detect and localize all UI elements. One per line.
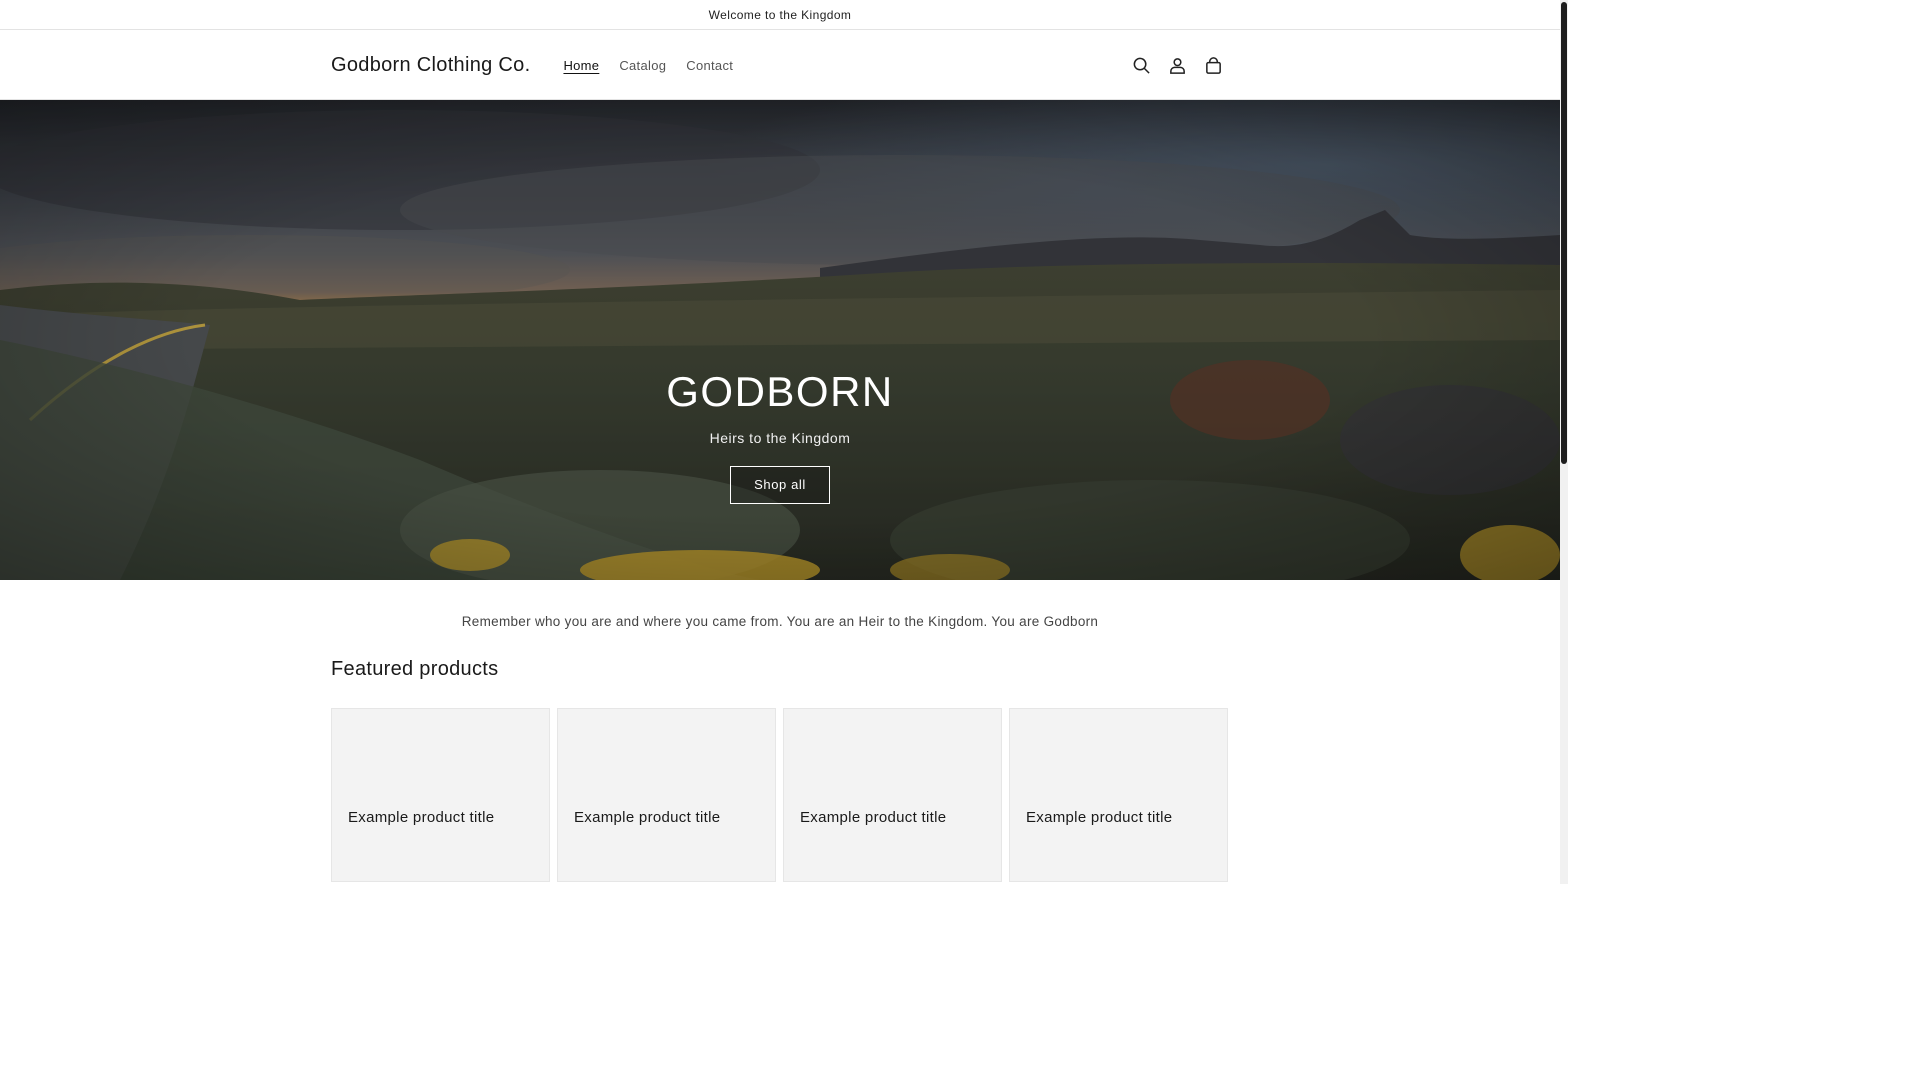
announcement-text: Welcome to the Kingdom [708,7,852,22]
scrollbar-thumb[interactable] [1561,2,1567,464]
account-icon[interactable] [1161,49,1193,81]
nav-catalog[interactable]: Catalog [609,58,676,73]
product-card[interactable]: Example product title [783,708,1002,882]
product-title[interactable]: Example product title [800,809,946,826]
product-title[interactable]: Example product title [348,809,494,826]
site-header: Godborn Clothing Co. Home Catalog Contac… [0,30,1560,100]
page-scrollbar[interactable] [1560,0,1568,884]
main-nav: Home Catalog Contact [553,58,743,73]
content: Welcome to the Kingdom Godborn Clothing … [0,0,1560,884]
header-icons [1125,49,1229,81]
nav-home[interactable]: Home [553,58,609,73]
hero-banner: GODBORN Heirs to the Kingdom Shop all [0,100,1560,580]
hero-subtitle: Heirs to the Kingdom [709,430,851,446]
product-card[interactable]: Example product title [1009,708,1228,882]
announcement-bar: Welcome to the Kingdom [0,0,1560,30]
tagline-text: Remember who you are and where you came … [461,614,1099,629]
brand-logo-link[interactable]: Godborn Clothing Co. [331,54,530,77]
hero-text: GODBORN Heirs to the Kingdom Shop all [0,362,1560,504]
cart-icon[interactable] [1197,49,1229,81]
product-card[interactable]: Example product title [557,708,776,882]
nav-contact[interactable]: Contact [676,58,743,73]
shop-all-button[interactable]: Shop all [730,466,830,504]
hero-landscape-image [0,100,1560,580]
product-title[interactable]: Example product title [1026,809,1172,826]
product-title[interactable]: Example product title [574,809,720,826]
featured-products-heading: Featured products [331,658,499,680]
search-icon[interactable] [1125,49,1157,81]
page: Welcome to the Kingdom Godborn Clothing … [0,0,1568,884]
product-card[interactable]: Example product title [331,708,550,882]
featured-products-grid: Example product title Example product ti… [331,708,1229,882]
hero-title: GODBORN [666,368,894,415]
